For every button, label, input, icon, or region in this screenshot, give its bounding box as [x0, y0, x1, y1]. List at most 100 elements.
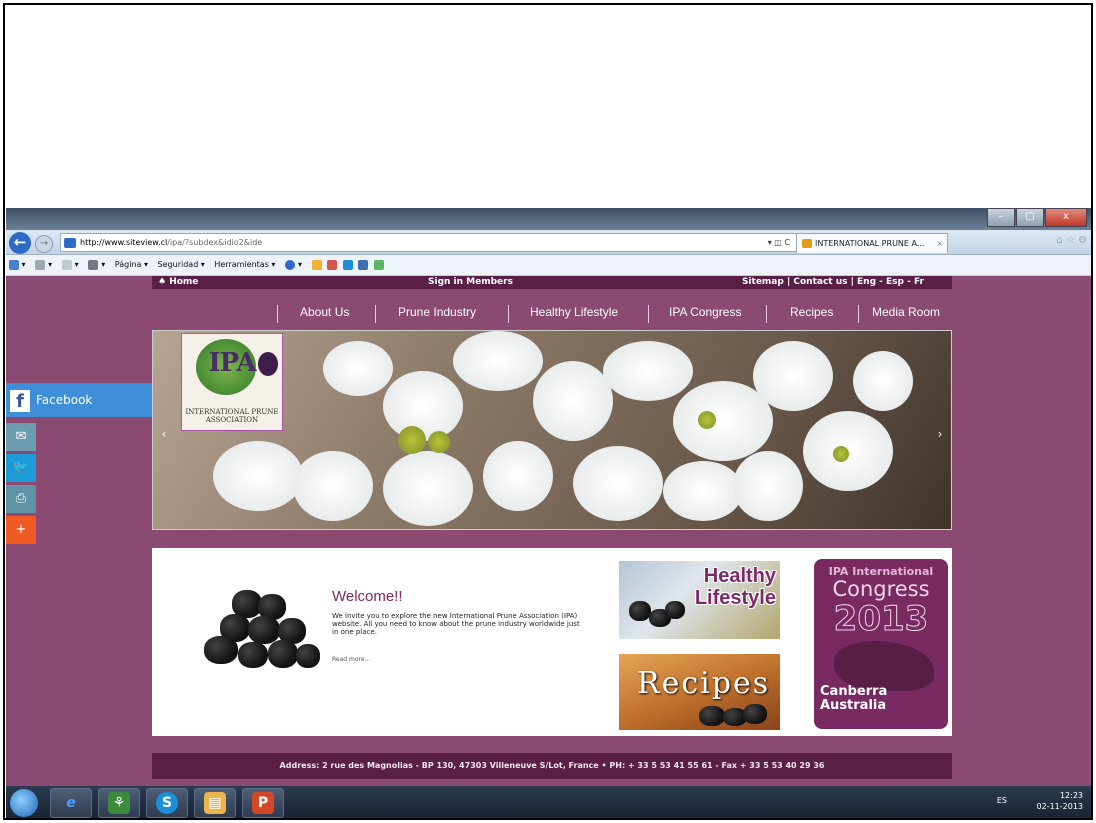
taskbar-skype[interactable]: S: [146, 788, 188, 818]
clock-date: 02-11-2013: [1036, 802, 1084, 811]
forward-button[interactable]: →: [35, 235, 53, 253]
congress-line2: Congress: [832, 577, 930, 601]
logo-caption: INTERNATIONAL PRUNE ASSOCIATION: [185, 408, 279, 424]
congress-year: 2013: [833, 599, 929, 640]
twitter-share-button[interactable]: 🐦: [6, 454, 36, 482]
help-icon: [284, 259, 295, 270]
feeds-icon: [35, 259, 46, 270]
menu-recipes[interactable]: Recipes: [790, 305, 833, 319]
mail-menu[interactable]: ▾: [61, 259, 79, 270]
close-button[interactable]: x: [1045, 208, 1087, 227]
plus-icon: +: [15, 522, 27, 537]
welcome-title: Welcome!!: [332, 588, 403, 605]
menu-about-us[interactable]: About Us: [300, 305, 349, 319]
research-icon[interactable]: [358, 259, 369, 270]
menu-separator: [375, 305, 376, 323]
command-bar: ▾ ▾ ▾ ▾ Página ▾ Seguridad ▾ Herramienta…: [6, 255, 1091, 276]
sign-in-members-link[interactable]: Sign in Members: [428, 276, 513, 289]
home-link[interactable]: ♠ Home: [158, 276, 198, 289]
url-host: http://www.siteview.cl: [80, 238, 168, 247]
recipes-tile[interactable]: Recipes: [619, 654, 780, 730]
print-menu[interactable]: ▾: [88, 259, 105, 270]
menu-separator: [508, 305, 509, 323]
site-top-strip: ♠ Home Sign in Members Sitemap | Contact…: [152, 276, 952, 289]
email-icon: ✉: [15, 429, 27, 444]
facebook-button[interactable]: f Facebook: [6, 383, 152, 417]
recipes-label: Recipes: [637, 666, 771, 701]
home-icon: [8, 259, 19, 270]
start-button[interactable]: [10, 789, 38, 817]
home-menu[interactable]: ▾: [8, 259, 26, 270]
facebook-icon: f: [10, 389, 30, 412]
feeds-menu[interactable]: ▾: [35, 259, 52, 270]
windows-taskbar: e ⚘ S ▤ P ES 12:23 02-11-2013: [6, 786, 1091, 818]
menu-media-room[interactable]: Media Room: [872, 305, 940, 319]
tab-title: INTERNATIONAL PRUNE A...: [815, 239, 925, 248]
ipa-congress-tile[interactable]: IPA International Congress 2013 Canberra…: [814, 559, 948, 729]
screen: – ▢ x ← → http://www.siteview.cl/ipa/?su…: [6, 208, 1091, 818]
java-icon[interactable]: [311, 259, 322, 270]
menu-separator: [648, 305, 649, 323]
healthy-lifestyle-label: Healthy Lifestyle: [694, 565, 776, 609]
email-share-button[interactable]: ✉: [6, 423, 36, 451]
menu-ipa-congress[interactable]: IPA Congress: [669, 305, 741, 319]
skype-addon-icon[interactable]: [342, 259, 353, 270]
help-menu[interactable]: ▾: [284, 259, 302, 270]
menu-separator: [858, 305, 859, 323]
url-path: /ipa/?subdex&idio2&ide: [167, 238, 263, 247]
powerpoint-icon: P: [252, 792, 274, 814]
more-share-button[interactable]: +: [6, 516, 36, 544]
site-footer: Address: 2 rue des Magnolias - BP 130, 4…: [152, 753, 952, 779]
top-links[interactable]: Sitemap | Contact us | Eng - Esp - Fr: [742, 276, 924, 289]
menu-healthy-lifestyle[interactable]: Healthy Lifestyle: [530, 305, 618, 319]
tab-close-icon[interactable]: ×: [936, 234, 943, 253]
ipa-logo[interactable]: IPA INTERNATIONAL PRUNE ASSOCIATION: [181, 333, 283, 431]
print-icon: [88, 259, 99, 270]
window-titlebar: – ▢ x: [6, 208, 1091, 230]
translate-icon[interactable]: [373, 259, 384, 270]
safety-menu[interactable]: Seguridad ▾: [158, 260, 205, 269]
address-controls[interactable]: ▾ ◫ C: [768, 234, 790, 251]
print-icon: ⎙: [15, 491, 27, 506]
addon-icon[interactable]: [327, 259, 338, 270]
maximize-button[interactable]: ▢: [1016, 208, 1044, 227]
taskbar-network[interactable]: ⚘: [98, 788, 140, 818]
page-menu[interactable]: Página ▾: [115, 260, 148, 269]
main-menu: About Us Prune Industry Healthy Lifestyl…: [152, 305, 952, 327]
slider-prev-icon[interactable]: ‹: [157, 423, 171, 445]
prunes-image: [192, 584, 332, 674]
explorer-folder-icon: ▤: [204, 792, 226, 814]
system-clock[interactable]: 12:23 02-11-2013: [1037, 790, 1084, 812]
mail-icon: [61, 259, 72, 270]
ie-page-icon: [64, 237, 76, 248]
menu-separator: [766, 305, 767, 323]
address-bar[interactable]: http://www.siteview.cl/ipa/?subdex&idio2…: [60, 233, 797, 252]
ie-tab-icon: [802, 239, 812, 248]
clock-time: 12:23: [1059, 791, 1083, 800]
back-button[interactable]: ←: [9, 232, 31, 254]
content-panel: Welcome!! We invite you to explore the n…: [152, 548, 952, 736]
welcome-text: We invite you to explore the new Interna…: [332, 612, 580, 636]
prune-icon: [258, 352, 278, 376]
print-share-button[interactable]: ⎙: [6, 485, 36, 513]
taskbar-explorer[interactable]: ▤: [194, 788, 236, 818]
twitter-icon: 🐦: [12, 460, 30, 475]
menu-separator: [277, 305, 278, 323]
facebook-label: Facebook: [36, 393, 93, 407]
taskbar-powerpoint[interactable]: P: [242, 788, 284, 818]
browser-tab[interactable]: INTERNATIONAL PRUNE A... ×: [796, 233, 948, 253]
congress-location: Canberra Australia: [820, 684, 888, 713]
internet-explorer-icon: e: [66, 795, 76, 811]
read-more-link[interactable]: Read more...: [332, 656, 370, 663]
window-controls: – ▢ x: [986, 208, 1087, 227]
slider-next-icon[interactable]: ›: [933, 423, 947, 445]
home-favorites-gear-icons[interactable]: ⌂ ☆ ⚙: [1056, 235, 1087, 246]
healthy-lifestyle-tile[interactable]: Healthy Lifestyle: [619, 561, 780, 639]
minimize-button[interactable]: –: [987, 208, 1015, 227]
language-indicator[interactable]: ES: [997, 796, 1007, 805]
taskbar-internet-explorer[interactable]: e: [50, 788, 92, 818]
browser-navbar: ← → http://www.siteview.cl/ipa/?subdex&i…: [6, 230, 1091, 255]
network-icon: ⚘: [108, 792, 130, 814]
tools-menu[interactable]: Herramientas ▾: [214, 260, 275, 269]
menu-prune-industry[interactable]: Prune Industry: [398, 305, 476, 319]
